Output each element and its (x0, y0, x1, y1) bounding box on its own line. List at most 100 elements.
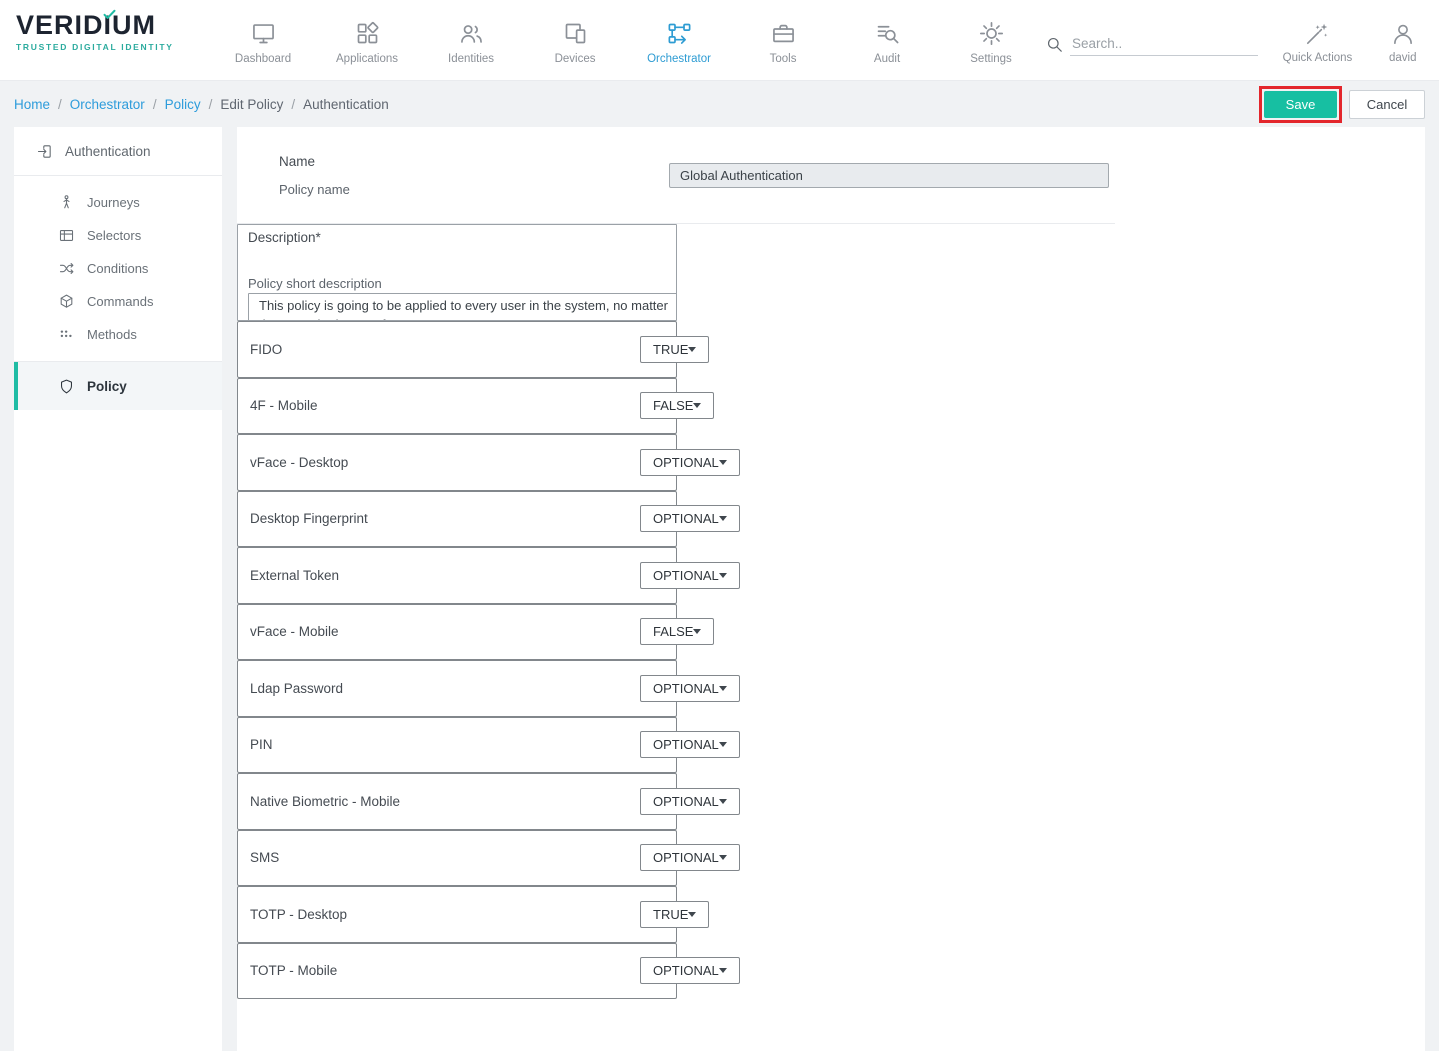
nav-item-applications[interactable]: Applications (315, 0, 419, 80)
field-label: vFace - Mobile (250, 624, 640, 639)
sidebar-item-label: Commands (87, 294, 153, 309)
breadcrumb-separator: / (153, 97, 157, 112)
sidebar: Authentication JourneysSelectorsConditio… (14, 127, 222, 1051)
vface-mobile-select[interactable]: FALSE (640, 618, 714, 645)
search-input[interactable] (1070, 32, 1258, 56)
select-value: OPTIONAL (653, 850, 719, 865)
select-value: OPTIONAL (653, 963, 719, 978)
breadcrumb-policy[interactable]: Policy (165, 97, 201, 112)
nav-item-label: Devices (555, 53, 596, 65)
field-labels: vFace - Mobile (250, 624, 640, 639)
breadcrumb-separator: / (209, 97, 213, 112)
magic-wand-icon (1304, 21, 1330, 47)
nav-item-devices[interactable]: Devices (523, 0, 627, 80)
sidebar-item-selectors[interactable]: Selectors (14, 219, 222, 252)
sidebar-header-authentication[interactable]: Authentication (14, 127, 222, 176)
user-menu[interactable]: david (1366, 0, 1439, 80)
field-labels: Description*Policy short description (248, 228, 666, 293)
field-row-vface-desktop: vFace - DesktopOPTIONAL (237, 434, 677, 491)
field-label: 4F - Mobile (250, 398, 640, 413)
select-value: TRUE (653, 342, 688, 357)
sidebar-item-journeys[interactable]: Journeys (14, 186, 222, 219)
tools-icon (770, 20, 797, 47)
orchestrator-icon (666, 20, 693, 47)
nav-item-settings[interactable]: Settings (939, 0, 1043, 80)
search-box (1045, 0, 1268, 80)
field-sublabel: Policy short description (248, 275, 666, 294)
devices-icon (562, 20, 589, 47)
sidebar-items: JourneysSelectorsConditions Commands Metho… (14, 176, 222, 362)
field-row-totp-mobile: TOTP - MobileOPTIONAL (237, 943, 677, 1000)
field-row-ldap-password: Ldap PasswordOPTIONAL (237, 660, 677, 717)
sidebar-item-conditions[interactable]: Conditions (14, 252, 222, 285)
chevron-down-icon (719, 742, 727, 747)
search-icon[interactable] (1045, 35, 1064, 54)
external-token-select[interactable]: OPTIONAL (640, 562, 740, 589)
description-textarea[interactable]: This policy is going to be applied to ev… (248, 293, 677, 321)
brand-logo[interactable]: VERIDIUM TRUSTED DIGITAL IDENTITY (0, 0, 211, 80)
nav-item-label: Settings (970, 53, 1012, 65)
field-row-vface-mobile: vFace - MobileFALSE (237, 604, 677, 661)
conditions-icon (58, 260, 75, 277)
field-labels: Desktop Fingerprint (250, 511, 640, 526)
pin-select[interactable]: OPTIONAL (640, 731, 740, 758)
field-row-fido: FIDOTRUE (237, 321, 677, 378)
ldap-password-select[interactable]: OPTIONAL (640, 675, 740, 702)
nav-item-identities[interactable]: Identities (419, 0, 523, 80)
save-button[interactable]: Save (1264, 91, 1337, 118)
sidebar-header-label: Authentication (65, 144, 151, 159)
select-value: OPTIONAL (653, 681, 719, 696)
4f-mobile-select[interactable]: FALSE (640, 392, 714, 419)
breadcrumb-home[interactable]: Home (14, 97, 50, 112)
sms-select[interactable]: OPTIONAL (640, 844, 740, 871)
vface-desktop-select[interactable]: OPTIONAL (640, 449, 740, 476)
breadcrumb-orchestrator[interactable]: Orchestrator (70, 97, 145, 112)
cancel-button[interactable]: Cancel (1349, 90, 1425, 119)
select-value: FALSE (653, 398, 693, 413)
select-value: OPTIONAL (653, 737, 719, 752)
select-value: OPTIONAL (653, 511, 719, 526)
breadcrumb: Home/Orchestrator/Policy/Edit Policy/Aut… (14, 97, 389, 112)
sidebar-item-commands[interactable]: Commands (14, 285, 222, 318)
field-labels: Native Biometric - Mobile (250, 794, 640, 809)
nav-item-audit[interactable]: Audit (835, 0, 939, 80)
breadcrumb-edit-policy: Edit Policy (220, 97, 283, 112)
select-value: TRUE (653, 907, 688, 922)
chevron-down-icon (688, 912, 696, 917)
field-label: External Token (250, 568, 640, 583)
chevron-down-icon (719, 516, 727, 521)
fido-select[interactable]: TRUE (640, 336, 709, 363)
audit-icon (874, 20, 901, 47)
nav-item-orchestrator[interactable]: Orchestrator (627, 0, 731, 80)
brand-name: VERIDIUM (16, 10, 156, 40)
nav-item-label: Tools (770, 53, 797, 65)
user-name-label: david (1389, 52, 1417, 64)
quick-actions-label: Quick Actions (1283, 52, 1353, 64)
top-header: VERIDIUM TRUSTED DIGITAL IDENTITY Dashbo… (0, 0, 1439, 81)
select-value: OPTIONAL (653, 794, 719, 809)
native-biometric-mobile-select[interactable]: OPTIONAL (640, 788, 740, 815)
brand-tagline: TRUSTED DIGITAL IDENTITY (16, 42, 211, 52)
nav-item-tools[interactable]: Tools (731, 0, 835, 80)
totp-desktop-select[interactable]: TRUE (640, 901, 709, 928)
policy-form: NamePolicy nameDescription*Policy short … (237, 127, 1425, 1051)
nav-item-label: Applications (336, 53, 398, 65)
sidebar-item-methods[interactable]: Methods (14, 318, 222, 351)
authentication-icon (36, 143, 53, 160)
field-labels: External Token (250, 568, 640, 583)
name-input[interactable] (669, 163, 1109, 188)
field-row-pin: PINOPTIONAL (237, 717, 677, 774)
desktop-fingerprint-select[interactable]: OPTIONAL (640, 505, 740, 532)
field-label: Name (279, 154, 669, 169)
totp-mobile-select[interactable]: OPTIONAL (640, 957, 740, 984)
nav-item-dashboard[interactable]: Dashboard (211, 0, 315, 80)
field-row-desktop-fingerprint: Desktop FingerprintOPTIONAL (237, 491, 677, 548)
quick-actions-button[interactable]: Quick Actions (1268, 0, 1366, 80)
shield-icon (58, 378, 75, 395)
settings-icon (978, 20, 1005, 47)
content-area: Authentication JourneysSelectorsConditio… (0, 127, 1439, 1051)
breadcrumb-separator: / (291, 97, 295, 112)
chevron-down-icon (719, 968, 727, 973)
sidebar-item-policy[interactable]: Policy (14, 362, 222, 410)
methods-icon (58, 326, 75, 343)
